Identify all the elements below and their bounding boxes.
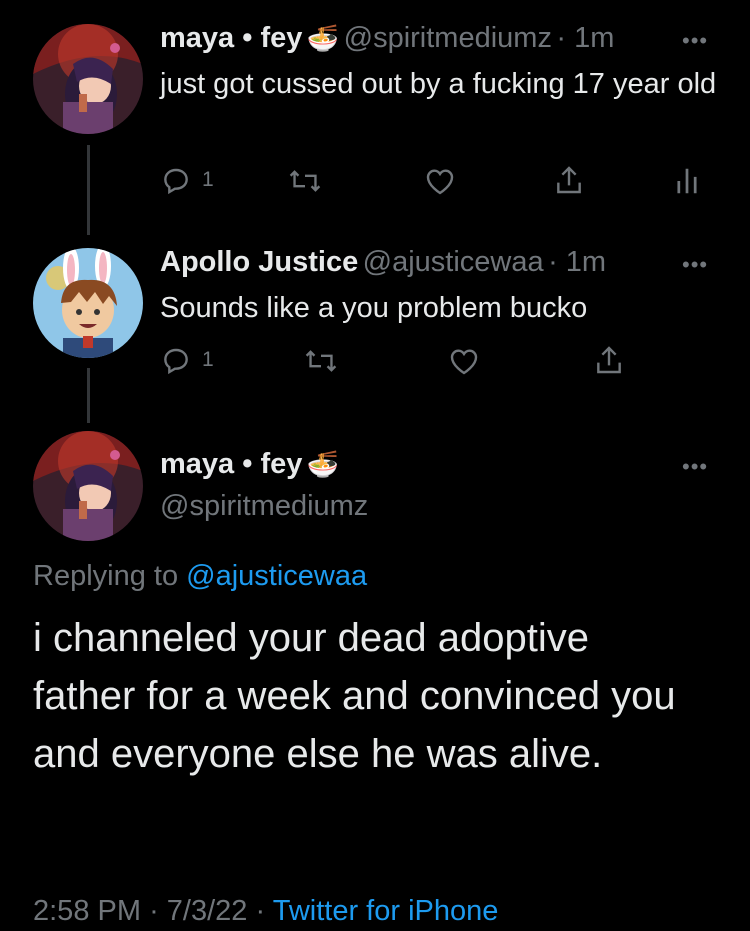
tweet-date[interactable]: 7/3/22 (167, 895, 248, 927)
main-handle[interactable]: @spiritmediumz (160, 490, 368, 523)
tweet2-more-icon[interactable]: ••• (682, 252, 708, 278)
avatar-maya-main[interactable] (33, 431, 143, 541)
reply-icon (164, 348, 188, 375)
tweet1-reply-button[interactable]: 1 (160, 164, 214, 196)
tweet1-share-button[interactable] (554, 164, 584, 196)
meta-separator: · (149, 895, 159, 927)
main-more-icon[interactable]: ••• (682, 454, 708, 480)
tweet1-like-button[interactable] (424, 166, 456, 196)
tweet1-text: just got cussed out by a fucking 17 year… (160, 68, 717, 100)
reply-icon (164, 168, 188, 195)
tweet2-retweet-button[interactable] (304, 346, 338, 376)
tweet1-analytics-button[interactable] (676, 166, 698, 196)
ramen-emoji-icon: 🍜 (306, 449, 340, 479)
avatar-maya-main-image (33, 431, 143, 541)
share-icon (597, 346, 621, 374)
tweet1-reply-count: 1 (202, 168, 214, 191)
avatar-maya[interactable] (33, 24, 143, 134)
tweet-time[interactable]: 2:58 PM (33, 895, 141, 927)
tweet-source[interactable]: Twitter for iPhone (273, 895, 499, 927)
avatar-apollo-image (33, 248, 143, 358)
like-icon (426, 169, 454, 195)
tweet2-time[interactable]: · 1m (548, 246, 606, 278)
retweet-icon (305, 350, 337, 372)
avatar-maya-image (33, 24, 143, 134)
tweet2-like-button[interactable] (448, 346, 480, 376)
retweet-icon (289, 170, 321, 192)
like-icon (450, 349, 478, 375)
replying-to-handle[interactable]: @ajusticewaa (186, 560, 367, 592)
thread-line (87, 145, 90, 235)
ramen-emoji-icon: 🍜 (306, 23, 340, 53)
tweet2-reply-count: 1 (202, 348, 214, 371)
thread-line (87, 368, 90, 423)
tweet1-handle[interactable]: @spiritmediumz (344, 22, 552, 54)
replying-to-prefix: Replying to (33, 560, 179, 592)
tweet2-header: Apollo Justice @ajusticewaa · 1m (160, 246, 680, 286)
replying-to: Replying to @ajusticewaa (33, 560, 367, 593)
share-icon (557, 166, 581, 194)
tweet1-time[interactable]: · 1m (556, 22, 614, 54)
tweet1-more-icon[interactable]: ••• (682, 28, 708, 54)
main-author-name[interactable]: maya • fey (160, 448, 302, 480)
tweet2-author-name[interactable]: Apollo Justice (160, 246, 358, 278)
tweet1-retweet-button[interactable] (288, 166, 322, 196)
tweet2-handle[interactable]: @ajusticewaa (363, 246, 544, 278)
main-author[interactable]: maya • fey 🍜 (160, 448, 339, 481)
tweet1-author-name[interactable]: maya • fey (160, 22, 302, 54)
tweet2-share-button[interactable] (594, 344, 624, 376)
tweet-meta: 2:58 PM · 7/3/22 · Twitter for iPhone (33, 895, 498, 928)
tweet2-reply-button[interactable]: 1 (160, 344, 214, 376)
avatar-apollo[interactable] (33, 248, 143, 358)
tweet1-header: maya • fey 🍜 @spiritmediumz · 1m (160, 22, 680, 62)
tweet2-text: Sounds like a you problem bucko (160, 292, 588, 324)
main-tweet-text: i channeled your dead adoptive father fo… (33, 616, 676, 776)
meta-separator: · (255, 895, 266, 927)
analytics-icon (677, 168, 697, 194)
